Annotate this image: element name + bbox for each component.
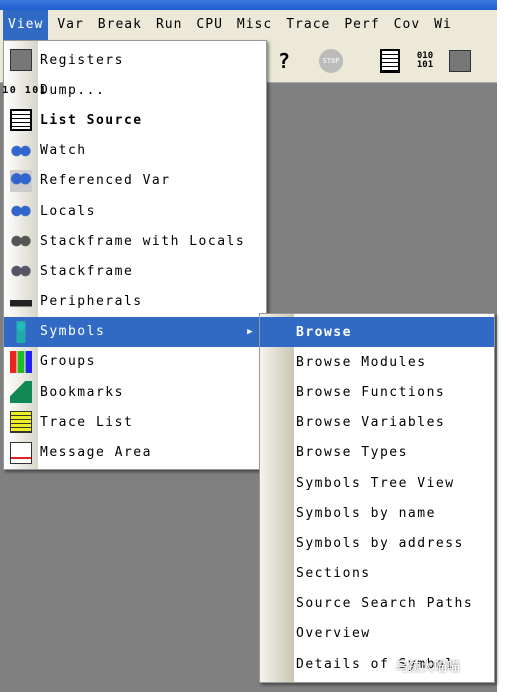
view-menu: Registers 010 101Dump... List Source Watch R… [0,40,267,470]
menu-item-label: Groups [40,354,96,370]
dump-icon[interactable]: 010 101 [413,48,437,74]
menu-var[interactable]: Var [52,10,88,40]
menu-item-label: List Source [40,112,143,128]
menu-item-label: Stackframe [40,263,134,279]
bookmarks-icon [10,381,32,404]
symbols-submenu: Browse Browse Modules Browse Functions Brow… [259,313,495,683]
referenced-var-icon [10,169,32,192]
menu-perf[interactable]: Perf [339,10,384,40]
submenu-item-browse-variables[interactable]: Browse Variables [260,408,494,438]
menu-trace[interactable]: Trace [281,10,335,40]
title-bar [0,0,497,10]
submenu-item-browse-modules[interactable]: Browse Modules [260,347,494,377]
submenu-item-browse-types[interactable]: Browse Types [260,438,494,468]
menu-run[interactable]: Run [151,10,187,40]
peripherals-icon [10,290,32,313]
locals-icon [10,200,32,223]
submenu-item-browse-functions[interactable]: Browse Functions [260,377,494,407]
menu-item-label: Stackframe with Locals [40,233,246,249]
menu-item-bookmarks[interactable]: Bookmarks [4,377,266,407]
list-source-icon[interactable] [378,48,402,74]
menu-item-symbols[interactable]: Symbols ▶ [4,316,266,347]
menu-item-list-source[interactable]: List Source [4,105,266,135]
menu-item-message-area[interactable]: Message Area [4,437,266,467]
menu-item-label: Registers [40,52,124,68]
menu-item-peripherals[interactable]: Peripherals [4,287,266,317]
menu-item-locals[interactable]: Locals [4,196,266,226]
menu-item-dump[interactable]: 010 101Dump... [0,75,266,105]
menu-item-stackframe-with-locals[interactable]: Stackframe with Locals [4,226,266,256]
menu-item-label: Message Area [40,445,152,461]
submenu-arrow-icon: ▶ [247,326,254,337]
dump-icon: 010 101 [0,84,48,96]
menu-item-label: Dump... [40,82,106,98]
submenu-item-source-search-paths[interactable]: Source Search Paths [260,589,494,619]
menu-wi[interactable]: Wi [429,10,457,40]
menu-item-label: Bookmarks [40,384,124,400]
menu-item-referenced-var[interactable]: Referenced Var [4,166,266,196]
stop-label: STOP [319,49,343,73]
menu-bar: View Var Break Run CPU Misc Trace Perf Cov Wi [0,10,497,40]
whats-this-icon[interactable]: ? [270,48,298,74]
menu-misc[interactable]: Misc [232,10,277,40]
groups-icon [10,350,32,373]
submenu-item-symbols-by-address[interactable]: Symbols by address [260,528,494,558]
stop-icon[interactable]: STOP [318,48,344,74]
menu-item-label: Referenced Var [40,173,171,189]
menu-cpu[interactable]: CPU [191,10,227,40]
menu-item-stackframe[interactable]: Stackframe [4,256,266,286]
menu-item-label: Locals [40,203,96,219]
menu-item-trace-list[interactable]: Trace List [4,407,266,437]
menu-item-label: Peripherals [40,294,143,310]
menu-break[interactable]: Break [93,10,147,40]
menu-item-label: Trace List [40,414,134,430]
submenu-item-sections[interactable]: Sections [260,559,494,589]
trace-list-icon [10,411,32,434]
submenu-item-overview[interactable]: Overview [260,619,494,649]
list-source-icon [10,109,32,132]
watermark: 乌拉大喵喵 [395,660,461,675]
menu-cov[interactable]: Cov [389,10,425,40]
stackframe-locals-icon [10,230,32,253]
menu-item-registers[interactable]: Registers [4,45,266,75]
submenu-item-symbols-by-name[interactable]: Symbols by name [260,498,494,528]
menu-item-watch[interactable]: Watch [4,136,266,166]
submenu-item-symbols-tree-view[interactable]: Symbols Tree View [260,468,494,498]
watch-icon [10,139,32,162]
menu-view[interactable]: View [3,10,49,40]
menu-item-label: Symbols [40,324,106,340]
menu-item-label: Watch [40,143,87,159]
symbols-icon [10,320,32,343]
submenu-item-browse[interactable]: Browse [260,317,494,348]
message-area-icon [10,441,32,464]
menu-item-groups[interactable]: Groups [4,347,266,377]
registers-icon[interactable] [448,48,472,74]
stackframe-icon [10,260,32,283]
registers-icon [10,49,32,72]
